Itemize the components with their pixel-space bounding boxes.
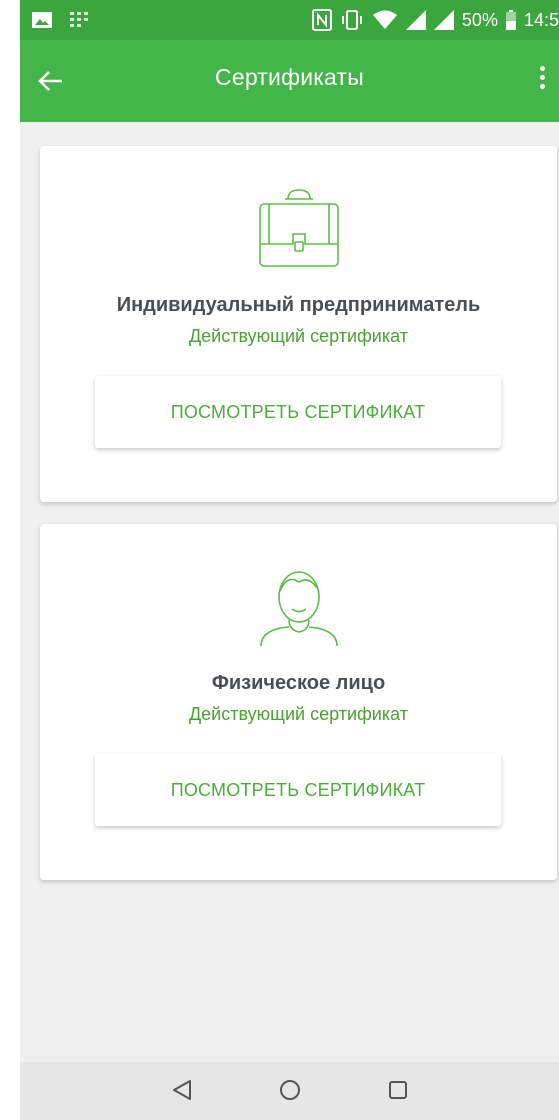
battery-percent: 50% (461, 9, 498, 30)
certificate-owner-type: Индивидуальный предприниматель (116, 294, 481, 316)
person-icon (259, 571, 338, 647)
vibrate-icon (341, 10, 362, 30)
signal-icon (405, 10, 426, 30)
device-screen: 50% 14:5 Сертификаты Индивидуальный пред… (20, 0, 559, 1120)
signal-icon (433, 10, 454, 30)
view-certificate-button[interactable]: ПОСМОТРЕТЬ СЕРТИФИКАТ (95, 376, 501, 448)
home-circle-icon[interactable] (278, 1078, 302, 1102)
wifi-icon (372, 10, 397, 29)
clock: 14:5 (523, 9, 559, 30)
gallery-icon (32, 12, 52, 28)
system-navigation-bar (20, 1062, 559, 1120)
grid-icon (70, 12, 88, 27)
certificate-owner-type: Физическое лицо (211, 672, 386, 694)
status-bar: 50% 14:5 (20, 0, 559, 40)
certificate-status: Действующий сертификат (188, 704, 408, 724)
page-title: Сертификаты (215, 64, 364, 90)
view-certificate-button[interactable]: ПОСМОТРЕТЬ СЕРТИФИКАТ (95, 754, 501, 826)
certificate-card-individual: Физическое лицо Действующий сертификат П… (40, 524, 557, 880)
briefcase-icon (258, 189, 339, 267)
recents-square-icon[interactable] (386, 1078, 410, 1102)
nfc-icon (311, 9, 332, 31)
more-vert-icon[interactable] (535, 66, 549, 98)
app-bar: Сертификаты (20, 40, 559, 122)
certificate-status: Действующий сертификат (188, 326, 408, 346)
certificate-card-individual-entrepreneur: Индивидуальный предприниматель Действующ… (40, 146, 557, 502)
battery-icon (505, 10, 516, 30)
back-triangle-icon[interactable] (170, 1078, 194, 1102)
